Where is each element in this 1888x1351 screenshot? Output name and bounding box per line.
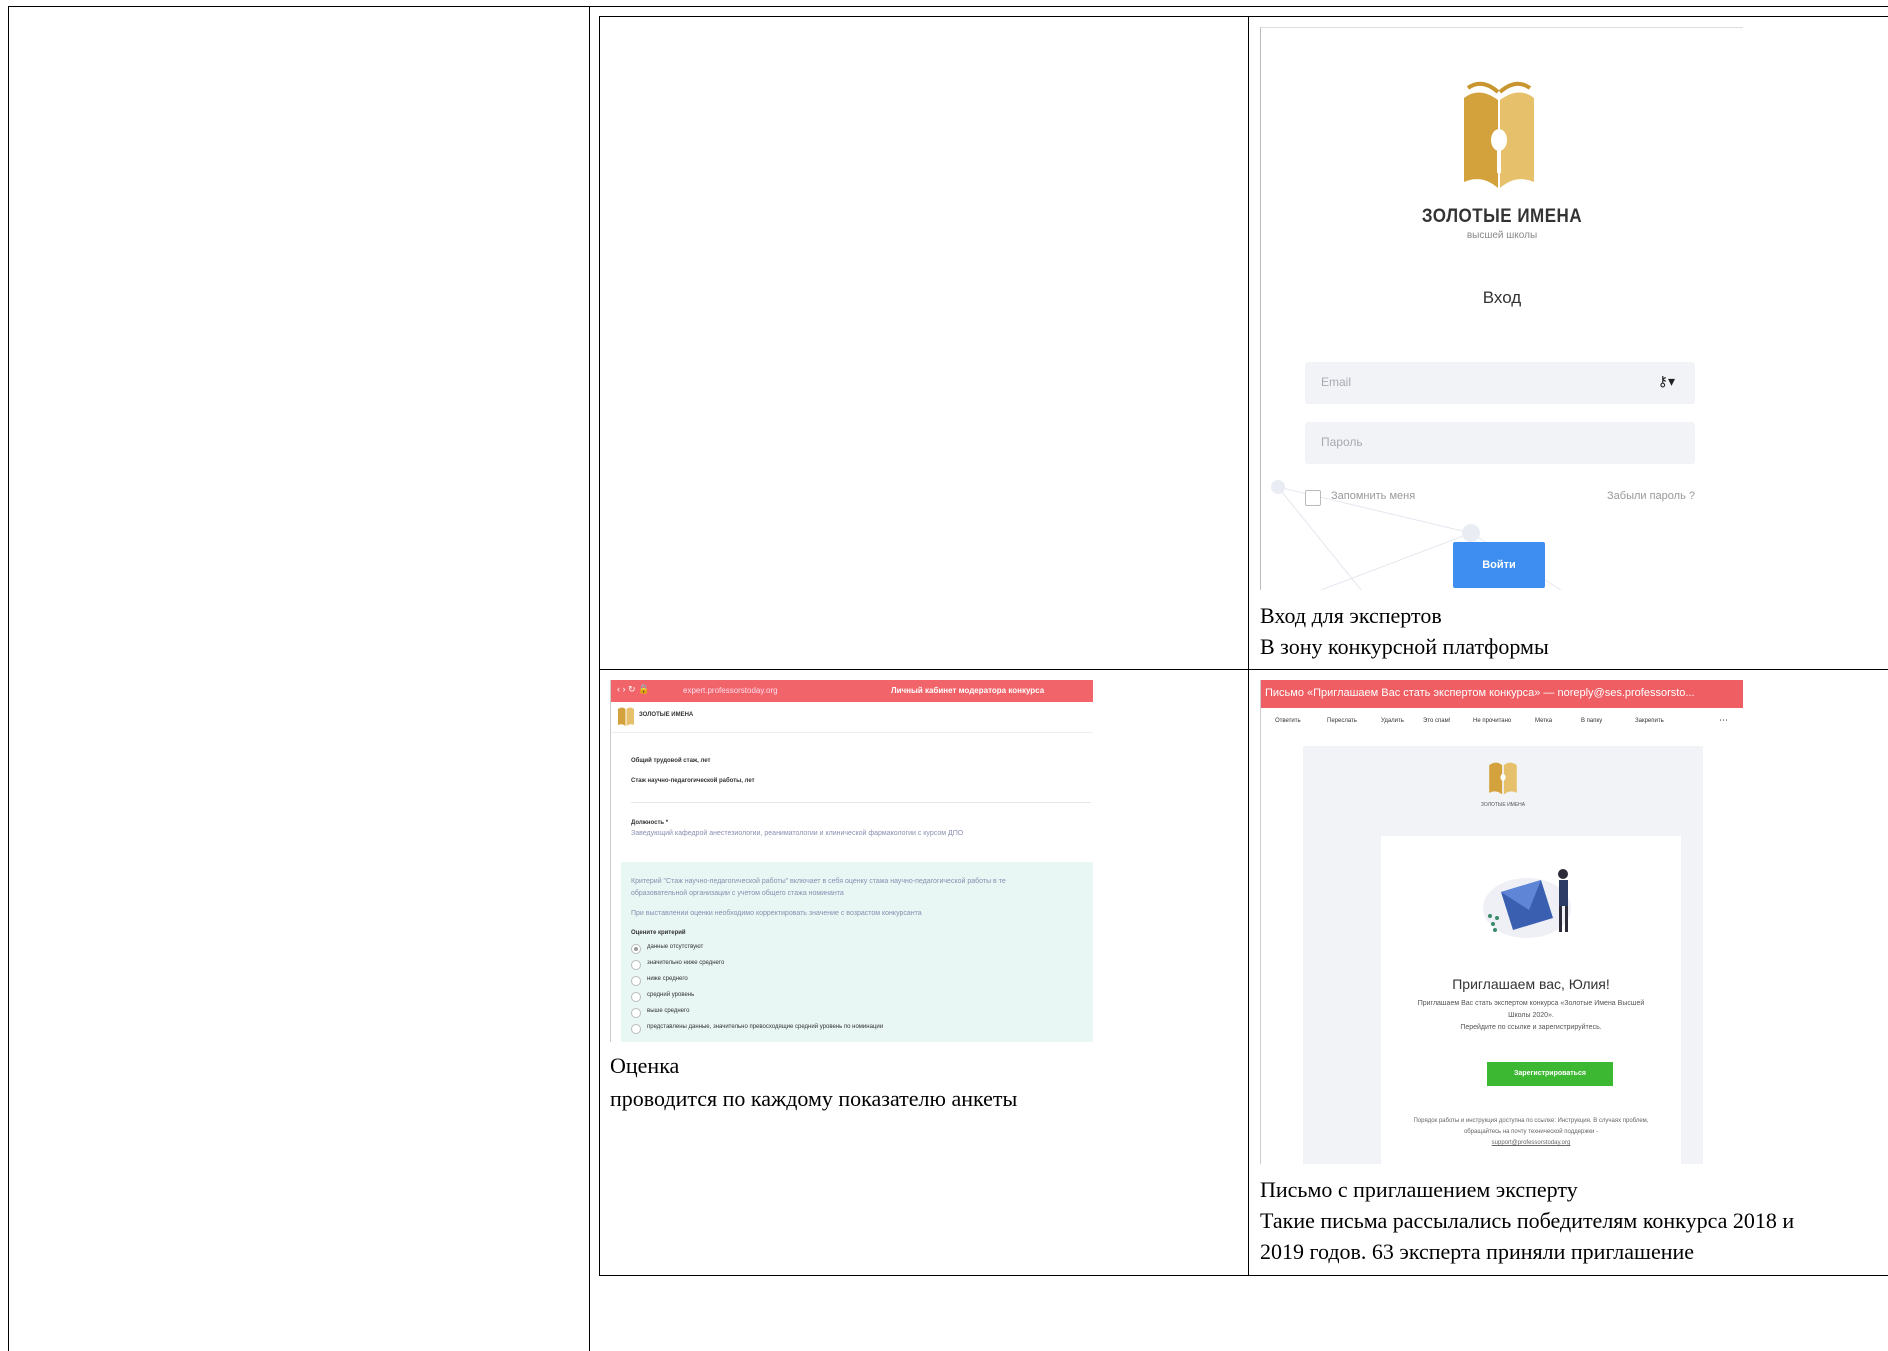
register-button[interactable]: Зарегистрироваться bbox=[1487, 1062, 1613, 1086]
form-field-value-3: Заведующий кафедрой анестезиологии, реан… bbox=[631, 830, 964, 837]
password-placeholder: Пароль bbox=[1321, 435, 1363, 449]
criterion-note-1: Критерий "Стаж научно-педагогической раб… bbox=[631, 878, 1006, 885]
form-field-label-2: Стаж научно-педагогической работы, лет bbox=[631, 778, 755, 784]
email-field[interactable]: Email ⚷▾ bbox=[1305, 362, 1695, 404]
forgot-password-link[interactable]: Забыли пароль ? bbox=[1607, 490, 1695, 502]
caption-email-line3: 2019 годов. 63 эксперта приняли приглаше… bbox=[1260, 1239, 1695, 1264]
option-label-2: значительно ниже среднего bbox=[647, 960, 725, 966]
toolbar-folder[interactable]: В папку bbox=[1581, 718, 1602, 724]
outer-left-border bbox=[8, 6, 9, 1351]
criterion-note-1b: образовательной организации с учетом общ… bbox=[631, 890, 844, 897]
inner-mid-border bbox=[1248, 16, 1249, 1276]
browser-bar: ‹ › ↻ 🔒 expert.professorstoday.org Личны… bbox=[611, 680, 1093, 702]
golden-book-logo-icon bbox=[1464, 81, 1534, 188]
browser-page-title: Личный кабинет модератора конкурса bbox=[891, 686, 1045, 695]
radio-option-3[interactable] bbox=[631, 976, 641, 986]
outer-top-border bbox=[8, 6, 1888, 7]
option-label-6: представлены данные, значительно превосх… bbox=[647, 1024, 884, 1030]
option-label-1: данные отсутствуют bbox=[647, 944, 704, 950]
inner-left-border bbox=[599, 16, 600, 1276]
toolbar-label[interactable]: Метка bbox=[1535, 718, 1552, 724]
caption-email-line1: Письмо с приглашением эксперту bbox=[1260, 1177, 1578, 1202]
inner-bottom-border bbox=[599, 1275, 1888, 1276]
login-heading: Вход bbox=[1482, 288, 1522, 307]
email-footer: Порядок работы и инструкция доступна по … bbox=[1413, 1118, 1649, 1135]
password-field[interactable]: Пароль bbox=[1305, 422, 1695, 464]
form-screenshot: ‹ › ↻ 🔒 expert.professorstoday.org Личны… bbox=[610, 680, 1093, 1042]
login-screenshot: ЗОЛОТЫЕ ИМЕНА высшей школы Вход Email ⚷▾… bbox=[1260, 27, 1743, 590]
small-logo-icon bbox=[618, 707, 634, 726]
option-label-3: ниже среднего bbox=[647, 976, 688, 982]
small-logo-text: ЗОЛОТЫЕ ИМЕНА bbox=[639, 712, 694, 718]
caption-login-line2: В зону конкурсной платформы bbox=[1260, 634, 1549, 659]
caption-email-line2: Такие письма рассылались победителям кон… bbox=[1260, 1208, 1795, 1233]
remember-label: Запомнить меня bbox=[1331, 490, 1416, 502]
option-label-5: выше среднего bbox=[647, 1008, 690, 1014]
toolbar-delete[interactable]: Удалить bbox=[1381, 718, 1404, 724]
radio-option-2[interactable] bbox=[631, 960, 641, 970]
radio-option-4[interactable] bbox=[631, 992, 641, 1002]
email-title: Письмо «Приглашаем Вас стать экспертом к… bbox=[1265, 687, 1695, 699]
email-card: Приглашаем вас, Юлия! Приглашаем Вас ста… bbox=[1381, 836, 1681, 1164]
invitation-illustration-icon bbox=[1483, 869, 1571, 938]
logo-subtitle: высшей школы bbox=[1466, 230, 1538, 241]
email-body-bg: ЗОЛОТЫЕ ИМЕНА Приглашаем вас, Юлия! Приг… bbox=[1303, 746, 1703, 1164]
criterion-panel: Критерий "Стаж научно-педагогической раб… bbox=[621, 862, 1093, 1042]
radio-option-1[interactable] bbox=[631, 944, 641, 954]
caption-form-line2: проводится по каждому показателю анкеты bbox=[610, 1086, 1018, 1111]
toolbar-reply[interactable]: Ответить bbox=[1275, 718, 1301, 724]
toolbar-spam[interactable]: Это спам! bbox=[1423, 718, 1450, 724]
email-toolbar: Ответить Переслать Удалить Это спам! Не … bbox=[1261, 712, 1743, 734]
logo-title: ЗОЛОТЫЕ ИМЕНА bbox=[1421, 204, 1583, 227]
toolbar-more-icon[interactable]: ⋯ bbox=[1719, 715, 1728, 726]
toolbar-forward[interactable]: Переслать bbox=[1327, 718, 1357, 724]
criterion-note-2: При выставлении оценки необходимо коррек… bbox=[631, 910, 922, 917]
remember-checkbox[interactable] bbox=[1305, 490, 1321, 506]
email-greeting: Приглашаем вас, Юлия! bbox=[1452, 976, 1610, 992]
inner-top-border bbox=[599, 16, 1888, 17]
caption-form-line1: Оценка bbox=[610, 1053, 680, 1078]
browser-url: expert.professorstoday.org bbox=[683, 686, 778, 695]
radio-option-6[interactable] bbox=[631, 1024, 641, 1034]
email-logo-text: ЗОЛОТЫЕ ИМЕНА bbox=[1480, 802, 1526, 808]
email-body-2: Перейдите по ссылке и зарегистрируйтесь. bbox=[1460, 1024, 1602, 1031]
form-field-label-3: Должность * bbox=[631, 820, 669, 826]
login-submit-button[interactable]: Войти bbox=[1453, 542, 1545, 588]
email-body-1: Приглашаем Вас стать экспертом конкурса … bbox=[1417, 1000, 1645, 1019]
form-field-underline bbox=[631, 802, 1091, 803]
header-divider bbox=[611, 732, 1093, 733]
email-titlebar: Письмо «Приглашаем Вас стать экспертом к… bbox=[1261, 680, 1743, 708]
email-logo-icon bbox=[1489, 762, 1517, 795]
support-email-link[interactable]: support@professorstoday.org bbox=[1381, 1140, 1681, 1146]
rate-label: Оцените критерий bbox=[631, 930, 686, 936]
email-placeholder: Email bbox=[1321, 375, 1352, 389]
browser-nav-icons: ‹ › ↻ 🔒 bbox=[617, 684, 650, 694]
inner-row-border bbox=[599, 669, 1888, 670]
email-screenshot: Письмо «Приглашаем Вас стать экспертом к… bbox=[1260, 680, 1743, 1164]
form-field-label-1: Общий трудовой стаж, лет bbox=[631, 758, 711, 764]
toolbar-pin[interactable]: Закрепить bbox=[1635, 718, 1664, 724]
radio-option-5[interactable] bbox=[631, 1008, 641, 1018]
outer-divider bbox=[589, 6, 590, 1351]
option-label-4: средний уровень bbox=[647, 992, 695, 998]
caption-login-line1: Вход для экспертов bbox=[1260, 603, 1442, 628]
key-icon[interactable]: ⚷▾ bbox=[1658, 373, 1675, 390]
toolbar-unread[interactable]: Не прочитано bbox=[1473, 718, 1511, 724]
